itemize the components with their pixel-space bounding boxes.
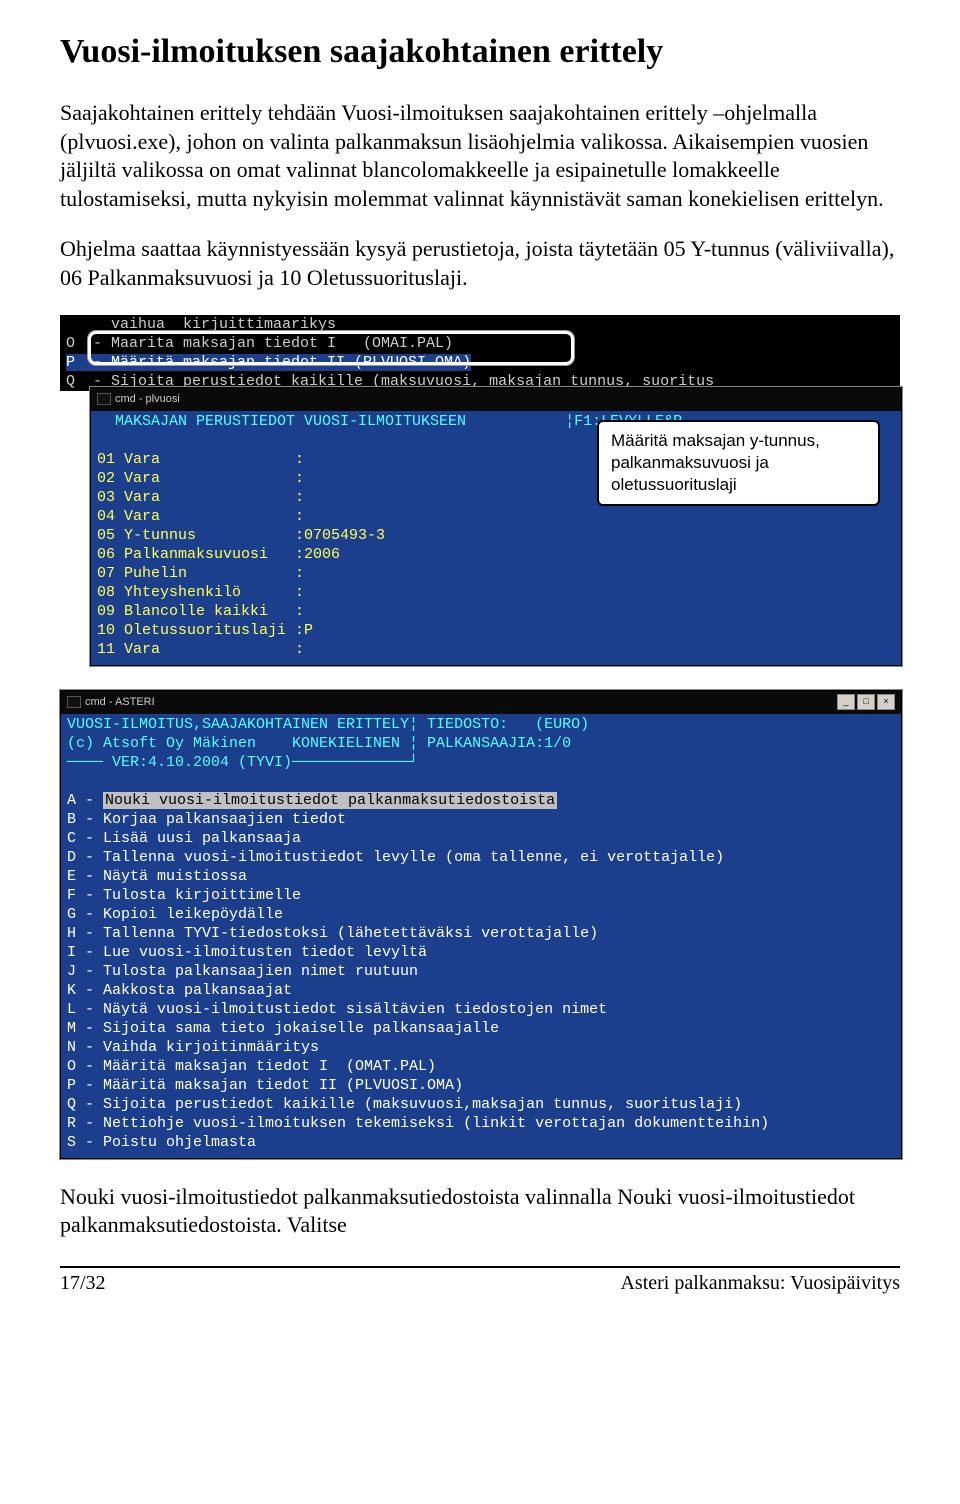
maximize-button[interactable]: □ (857, 694, 875, 710)
header-line: (c) Atsoft Oy Mäkinen KONEKIELINEN ¦ PAL… (67, 735, 571, 752)
cmd-icon (67, 696, 81, 708)
footer-text: Asteri palkanmaksu: Vuosipäivitys (620, 1272, 900, 1295)
screenshot-menu: cmd - ASTERI _ □ × VUOSI-ILMOITUS,SAAJAK… (60, 690, 900, 1159)
window-titlebar: cmd - plvuosi (91, 388, 901, 411)
console-window-2: cmd - ASTERI _ □ × VUOSI-ILMOITUS,SAAJAK… (60, 690, 902, 1159)
callout-bubble: Määritä maksajan y-tunnus, palkanmaksuvu… (597, 420, 880, 506)
window-title: cmd - plvuosi (115, 390, 180, 409)
screenshot-perustiedot: vaihua kirjuittimaarikys O - Maarita mak… (60, 315, 900, 666)
header-line: VUOSI-ILMOITUS,SAAJAKOHTAINEN ERITTELY¦ … (67, 716, 589, 733)
minimize-button[interactable]: _ (837, 694, 855, 710)
paragraph-2: Ohjelma saattaa käynnistyessään kysyä pe… (60, 235, 900, 292)
window-titlebar: cmd - ASTERI _ □ × (61, 691, 901, 714)
close-button[interactable]: × (877, 694, 895, 710)
window-title: cmd - ASTERI (85, 693, 155, 712)
cmd-icon (97, 393, 111, 405)
paragraph-1: Saajakohtainen erittely tehdään Vuosi-il… (60, 99, 900, 213)
page-footer: 17/32 Asteri palkanmaksu: Vuosipäivitys (60, 1266, 900, 1295)
footer-rule (60, 1266, 900, 1268)
page-number: 17/32 (60, 1272, 106, 1295)
page-title: Vuosi-ilmoituksen saajakohtainen erittel… (60, 32, 900, 71)
header-line: ──── VER:4.10.2004 (TYVI)─────────────┘ (67, 754, 418, 771)
console-body: VUOSI-ILMOITUS,SAAJAKOHTAINEN ERITTELY¦ … (61, 714, 901, 1158)
callout-outline (88, 331, 574, 365)
paragraph-3: Nouki vuosi-ilmoitustiedot palkanmaksuti… (60, 1183, 900, 1240)
window-buttons: _ □ × (837, 694, 895, 710)
console-header: MAKSAJAN PERUSTIEDOT VUOSI-ILMOITUKSEEN … (97, 413, 682, 430)
